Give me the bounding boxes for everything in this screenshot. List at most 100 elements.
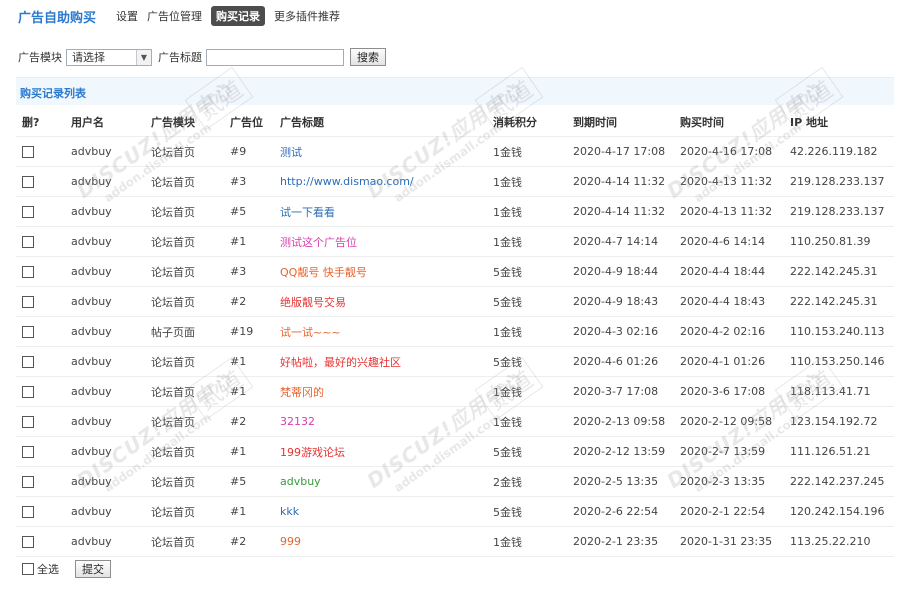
ip-address-cell: 219.128.233.137 [784, 196, 894, 227]
ad-title-link[interactable]: 199游戏论坛 [280, 446, 345, 459]
ip-address-cell: 110.153.240.113 [784, 316, 894, 347]
ad-title-link[interactable]: 绝版靓号交易 [280, 296, 346, 309]
ip-address-cell: 222.142.237.245 [784, 466, 894, 497]
ad-title-link[interactable]: 试一下看看 [280, 206, 335, 219]
username-cell: advbuy [65, 406, 145, 437]
delete-checkbox[interactable] [22, 416, 34, 428]
ad-title-link[interactable]: 试一试~~~ [280, 326, 341, 339]
points-cost-cell: 1金钱 [493, 385, 522, 399]
expire-time-cell: 2020-4-9 18:44 [567, 256, 674, 287]
search-button[interactable]: 搜索 [350, 48, 386, 66]
ad-title-cell: 测试 [274, 136, 487, 167]
ad-module-cell: 论坛首页 [151, 145, 195, 159]
username-cell: advbuy [71, 325, 112, 338]
col-delete: 删? [16, 107, 65, 137]
chevron-down-icon[interactable]: ▼ [136, 49, 151, 65]
ad-slot-cell: #3 [230, 175, 247, 188]
username-cell: advbuy [65, 256, 145, 287]
col-ad-module: 广告模块 [145, 107, 224, 137]
ip-address-cell: 111.126.51.21 [790, 445, 871, 458]
nav-more-plugins[interactable]: 更多插件推荐 [274, 8, 340, 24]
delete-checkbox[interactable] [22, 266, 34, 278]
col-points-cost: 消耗积分 [487, 107, 567, 137]
table-row: advbuy 论坛首页 #9 测试 1金钱 2020-4-17 17:08 2020-4-1… [16, 136, 894, 167]
delete-checkbox[interactable] [22, 506, 34, 518]
points-cost-cell: 1金钱 [487, 316, 567, 347]
purchase-records-table: 删? 用户名 广告模块 广告位 广告标题 消耗积分 到期时间 购买时间 IP 地… [16, 107, 894, 557]
delete-checkbox-cell [16, 136, 65, 167]
expire-time-cell: 2020-4-9 18:43 [573, 295, 659, 308]
ad-title-link[interactable]: 999 [280, 535, 301, 548]
submit-button[interactable]: 提交 [75, 560, 111, 578]
ad-title-link[interactable]: 测试这个广告位 [280, 236, 357, 249]
username-cell: advbuy [65, 466, 145, 497]
ad-title-link[interactable]: 测试 [280, 146, 302, 159]
purchase-time-cell: 2020-4-6 14:14 [674, 226, 784, 257]
ad-title-link[interactable]: 好帖啦，最好的兴趣社区 [280, 356, 401, 369]
ad-slot-cell: #1 [230, 385, 247, 398]
select-all-checkbox[interactable] [22, 563, 34, 575]
ip-address-cell: 118.113.41.71 [790, 385, 871, 398]
delete-checkbox[interactable] [22, 356, 34, 368]
ad-title-link[interactable]: advbuy [280, 475, 321, 488]
col-ip-address: IP 地址 [784, 107, 894, 137]
delete-checkbox[interactable] [22, 476, 34, 488]
ad-title-cell: 绝版靓号交易 [274, 286, 487, 317]
ad-title-link[interactable]: http://www.dismao.com/ [280, 175, 414, 188]
delete-checkbox[interactable] [22, 326, 34, 338]
ad-title-input[interactable] [206, 48, 344, 66]
delete-checkbox[interactable] [22, 296, 34, 308]
points-cost-cell: 1金钱 [487, 226, 567, 257]
purchase-time-cell: 2020-4-4 18:44 [680, 265, 766, 278]
purchase-time-cell: 2020-4-1 01:26 [674, 346, 784, 377]
delete-checkbox[interactable] [22, 536, 34, 548]
points-cost-cell: 1金钱 [493, 535, 522, 549]
delete-checkbox[interactable] [22, 446, 34, 458]
purchase-time-cell: 2020-3-6 17:08 [674, 376, 784, 407]
purchase-time-cell: 2020-4-13 11:32 [674, 166, 784, 197]
purchase-time-cell: 2020-2-12 09:58 [674, 406, 784, 437]
ad-title-link[interactable]: 梵蒂冈的 [280, 386, 324, 399]
select-all-label[interactable]: 全选 [37, 561, 59, 577]
delete-checkbox[interactable] [22, 176, 34, 188]
points-cost-cell: 5金钱 [493, 505, 522, 519]
ip-address-cell: 219.128.233.137 [790, 205, 885, 218]
points-cost-cell: 5金钱 [487, 436, 567, 467]
username-cell: advbuy [71, 385, 112, 398]
nav-purchase-records[interactable]: 购买记录 [211, 6, 266, 26]
delete-checkbox-cell [16, 436, 65, 467]
table-row: advbuy 论坛首页 #2 绝版靓号交易 5金钱 2020-4-9 18:43 2020-… [16, 286, 894, 317]
ad-slot-cell: #2 [224, 286, 274, 317]
username-cell: advbuy [71, 505, 112, 518]
ad-title-cell: 999 [274, 526, 487, 557]
purchase-time-cell: 2020-2-3 13:35 [680, 475, 766, 488]
ip-address-cell: 110.153.240.113 [790, 325, 885, 338]
ad-title-cell: 32132 [274, 406, 487, 437]
ad-title-link[interactable]: kkk [280, 505, 299, 518]
ip-address-cell: 222.142.245.31 [784, 286, 894, 317]
ad-title-cell: http://www.dismao.com/ [274, 166, 487, 197]
purchase-time-cell: 2020-4-13 11:32 [680, 205, 773, 218]
username-cell: advbuy [65, 226, 145, 257]
ad-module-select[interactable]: 请选择 ▼ [66, 48, 152, 66]
delete-checkbox[interactable] [22, 206, 34, 218]
purchase-time-cell: 2020-4-2 02:16 [674, 316, 784, 347]
ip-address-cell: 222.142.245.31 [790, 295, 878, 308]
table-row: advbuy 论坛首页 #5 advbuy 2金钱 2020-2-5 13:35 2020-… [16, 466, 894, 497]
ad-title-cell: QQ靓号 快手靓号 [274, 256, 487, 287]
ad-title-link[interactable]: 32132 [280, 415, 315, 428]
ad-title-cell: 梵蒂冈的 [274, 376, 487, 407]
col-ad-title: 广告标题 [274, 107, 487, 137]
nav-ad-slot-management[interactable]: 广告位管理 [147, 8, 202, 24]
ad-module-cell: 论坛首页 [151, 265, 195, 279]
purchase-time-cell: 2020-1-31 23:35 [674, 526, 784, 557]
nav-settings[interactable]: 设置 [116, 8, 138, 24]
username-cell: advbuy [65, 136, 145, 167]
ad-slot-cell: #19 [230, 325, 254, 338]
col-username: 用户名 [65, 107, 145, 137]
delete-checkbox[interactable] [22, 386, 34, 398]
username-cell: advbuy [65, 526, 145, 557]
delete-checkbox[interactable] [22, 146, 34, 158]
ad-title-link[interactable]: QQ靓号 快手靓号 [280, 266, 367, 279]
delete-checkbox[interactable] [22, 236, 34, 248]
